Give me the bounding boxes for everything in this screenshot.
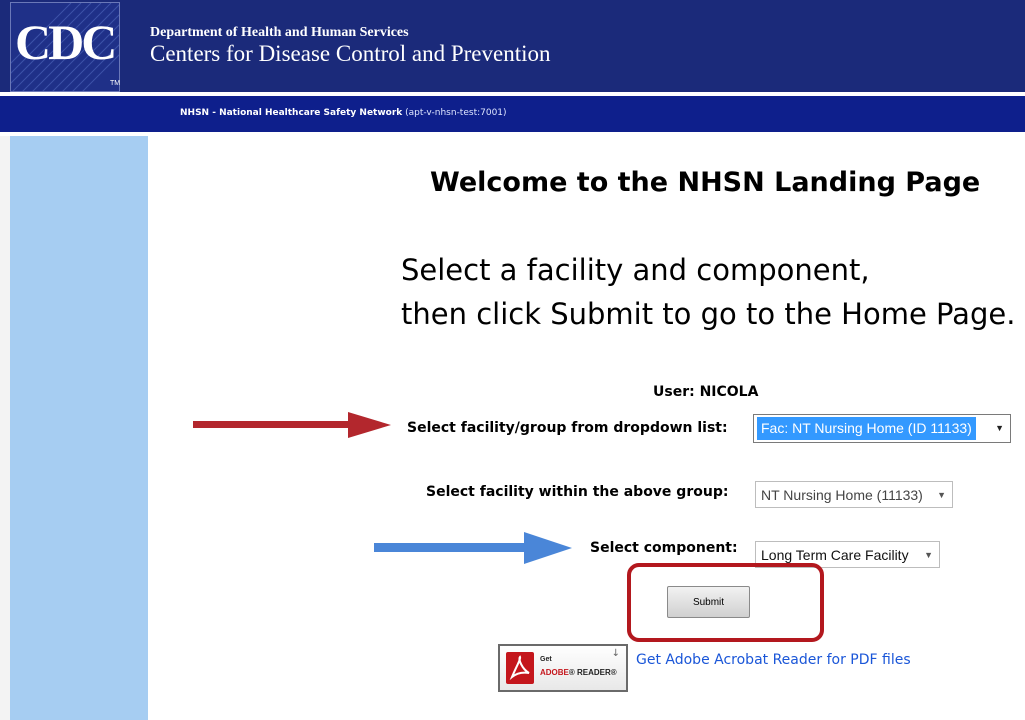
network-name: NHSN - National Healthcare Safety Networ… — [180, 108, 403, 118]
department-name: Department of Health and Human Services — [150, 25, 409, 40]
page-title: Welcome to the NHSN Landing Page — [430, 167, 981, 198]
facility-group-select[interactable]: Fac: NT Nursing Home (ID 11133) ▼ — [753, 414, 1011, 443]
site-header: CDC TM Department of Health and Human Se… — [0, 0, 1025, 94]
component-label: Select component: — [590, 540, 738, 556]
chevron-down-icon: ▼ — [995, 423, 1004, 433]
left-sidebar — [10, 136, 148, 720]
badge-reader-text: ADOBE® READER® — [540, 668, 617, 677]
instruction-line-2: then click Submit to go to the Home Page… — [401, 297, 1016, 331]
cdc-logo[interactable]: CDC — [10, 2, 120, 92]
chevron-down-icon: ▼ — [924, 550, 933, 560]
user-label: User: NICOLA — [653, 384, 759, 400]
server-host: (apt-v-nhsn-test:7001) — [405, 108, 507, 118]
pdf-icon — [506, 652, 534, 684]
submit-highlight-box — [627, 563, 824, 642]
facility-within-value: NT Nursing Home (11133) — [761, 486, 923, 503]
component-value: Long Term Care Facility — [761, 546, 909, 563]
badge-get-text: Get — [540, 656, 552, 663]
facility-group-label: Select facility/group from dropdown list… — [407, 420, 728, 436]
facility-within-select[interactable]: NT Nursing Home (11133) ▼ — [755, 481, 953, 508]
nav-strip: NHSN - National Healthcare Safety Networ… — [0, 96, 1025, 132]
chevron-down-icon: ▼ — [937, 490, 946, 500]
facility-within-label: Select facility within the above group: — [426, 484, 729, 500]
blue-arrow-icon — [374, 532, 572, 564]
adobe-reader-link[interactable]: Get Adobe Acrobat Reader for PDF files — [636, 652, 911, 668]
facility-group-value: Fac: NT Nursing Home (ID 11133) — [757, 417, 976, 440]
instructions: Select a facility and component, then cl… — [401, 248, 1015, 336]
red-arrow-icon — [193, 412, 391, 438]
logo-text: CDC — [15, 14, 117, 70]
instruction-line-1: Select a facility and component, — [401, 253, 870, 287]
adobe-reader-badge[interactable]: Get ADOBE® READER® ↓ — [498, 644, 628, 692]
left-edge — [0, 136, 10, 720]
download-icon: ↓ — [611, 648, 620, 659]
trademark-mark: TM — [110, 80, 121, 87]
agency-name: Centers for Disease Control and Preventi… — [150, 41, 551, 66]
network-title: NHSN - National Healthcare Safety Networ… — [180, 108, 507, 118]
